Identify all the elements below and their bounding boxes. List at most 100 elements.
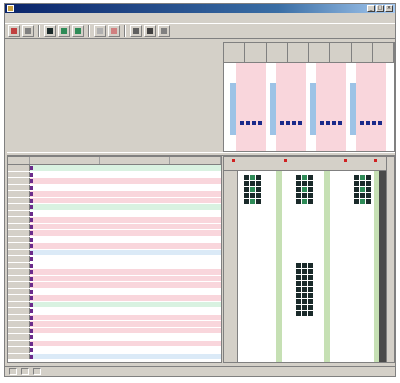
column-header[interactable] bbox=[30, 157, 100, 164]
grid-cell[interactable] bbox=[354, 193, 359, 198]
grid-cell[interactable] bbox=[314, 193, 319, 198]
chart-header-cell[interactable] bbox=[267, 43, 288, 62]
grid-cell[interactable] bbox=[250, 193, 255, 198]
row-header[interactable] bbox=[8, 210, 30, 216]
row-header[interactable] bbox=[8, 314, 30, 320]
row-cells[interactable] bbox=[30, 210, 221, 216]
grid-cell[interactable] bbox=[314, 311, 319, 316]
row-cells[interactable] bbox=[30, 171, 221, 177]
grid-cell[interactable] bbox=[314, 199, 319, 204]
row-header[interactable] bbox=[8, 347, 30, 353]
row-header[interactable] bbox=[8, 243, 30, 249]
grid-cell[interactable] bbox=[308, 281, 313, 286]
grid-cell[interactable] bbox=[308, 193, 313, 198]
grid-cell[interactable] bbox=[354, 181, 359, 186]
column-header[interactable] bbox=[8, 157, 30, 164]
minimize-button[interactable]: _ bbox=[367, 5, 375, 12]
row-cells[interactable] bbox=[30, 217, 221, 223]
row-header[interactable] bbox=[8, 178, 30, 184]
grid-cell[interactable] bbox=[250, 175, 255, 180]
grid-cell[interactable] bbox=[314, 305, 319, 310]
grid-cell[interactable] bbox=[360, 187, 365, 192]
toolbar-button-5[interactable] bbox=[72, 25, 84, 37]
row-cells[interactable] bbox=[30, 191, 221, 197]
grid-cell[interactable] bbox=[302, 181, 307, 186]
grid-cell[interactable] bbox=[262, 181, 267, 186]
row-cells[interactable] bbox=[30, 347, 221, 353]
row-cells[interactable] bbox=[30, 288, 221, 294]
chart-header-cell[interactable] bbox=[352, 43, 373, 62]
toolbar-button-1[interactable] bbox=[8, 25, 20, 37]
grid-cell[interactable] bbox=[360, 175, 365, 180]
grid-cell[interactable] bbox=[296, 175, 301, 180]
grid-cell[interactable] bbox=[308, 181, 313, 186]
chart-header-cell[interactable] bbox=[288, 43, 309, 62]
grid-cell[interactable] bbox=[308, 187, 313, 192]
grid-cell[interactable] bbox=[314, 263, 319, 268]
grid-cell[interactable] bbox=[372, 193, 377, 198]
row-header[interactable] bbox=[8, 353, 30, 359]
row-header[interactable] bbox=[8, 269, 30, 275]
toolbar-button-4[interactable] bbox=[58, 25, 70, 37]
grid-cell[interactable] bbox=[302, 281, 307, 286]
row-header[interactable] bbox=[8, 184, 30, 190]
grid-cell[interactable] bbox=[308, 305, 313, 310]
grid-cell[interactable] bbox=[314, 181, 319, 186]
chart-header-cell[interactable] bbox=[373, 43, 394, 62]
grid-cell[interactable] bbox=[250, 181, 255, 186]
grid-cell[interactable] bbox=[244, 187, 249, 192]
row-cells[interactable] bbox=[30, 243, 221, 249]
chart-header-cell[interactable] bbox=[245, 43, 267, 62]
grid-cell[interactable] bbox=[308, 269, 313, 274]
grid-cell[interactable] bbox=[296, 193, 301, 198]
close-button[interactable]: × bbox=[385, 5, 393, 12]
row-cells[interactable] bbox=[30, 353, 221, 359]
row-header[interactable] bbox=[8, 197, 30, 203]
grid-cell[interactable] bbox=[366, 181, 371, 186]
grid-cell[interactable] bbox=[314, 175, 319, 180]
chart-header-cell[interactable] bbox=[309, 43, 331, 62]
grid-cell[interactable] bbox=[296, 305, 301, 310]
row-header[interactable] bbox=[8, 249, 30, 255]
row-cells[interactable] bbox=[30, 314, 221, 320]
grid-cell[interactable] bbox=[256, 181, 261, 186]
grid-cell[interactable] bbox=[296, 187, 301, 192]
row-header[interactable] bbox=[8, 308, 30, 314]
grid-cell[interactable] bbox=[244, 193, 249, 198]
grid-cell[interactable] bbox=[314, 275, 319, 280]
grid-cell[interactable] bbox=[296, 199, 301, 204]
grid-cell[interactable] bbox=[256, 187, 261, 192]
row-cells[interactable] bbox=[30, 327, 221, 333]
row-cells[interactable] bbox=[30, 308, 221, 314]
row-cells[interactable] bbox=[30, 256, 221, 262]
grid-cell[interactable] bbox=[308, 199, 313, 204]
grid-cell[interactable] bbox=[366, 175, 371, 180]
row-header[interactable] bbox=[8, 301, 30, 307]
row-cells[interactable] bbox=[30, 282, 221, 288]
row-header[interactable] bbox=[8, 275, 30, 281]
grid-cell[interactable] bbox=[262, 193, 267, 198]
grid-cell[interactable] bbox=[256, 193, 261, 198]
column-header[interactable] bbox=[170, 157, 221, 164]
grid-cell[interactable] bbox=[314, 281, 319, 286]
grid-cell[interactable] bbox=[314, 287, 319, 292]
table-row[interactable] bbox=[8, 353, 221, 360]
grid-cell[interactable] bbox=[354, 187, 359, 192]
grid-cell[interactable] bbox=[296, 181, 301, 186]
row-header[interactable] bbox=[8, 256, 30, 262]
grid-cell[interactable] bbox=[366, 187, 371, 192]
grid-cell[interactable] bbox=[308, 311, 313, 316]
grid-cell[interactable] bbox=[314, 293, 319, 298]
row-cells[interactable] bbox=[30, 275, 221, 281]
row-cells[interactable] bbox=[30, 249, 221, 255]
grid-cell[interactable] bbox=[296, 293, 301, 298]
grid-cell[interactable] bbox=[302, 305, 307, 310]
row-cells[interactable] bbox=[30, 236, 221, 242]
grid-cell[interactable] bbox=[308, 275, 313, 280]
grid-cell[interactable] bbox=[296, 281, 301, 286]
grid-cell[interactable] bbox=[244, 199, 249, 204]
grid-cell[interactable] bbox=[296, 287, 301, 292]
grid-cell[interactable] bbox=[262, 175, 267, 180]
vertical-scrollbar[interactable] bbox=[386, 157, 394, 362]
grid-cell[interactable] bbox=[302, 175, 307, 180]
